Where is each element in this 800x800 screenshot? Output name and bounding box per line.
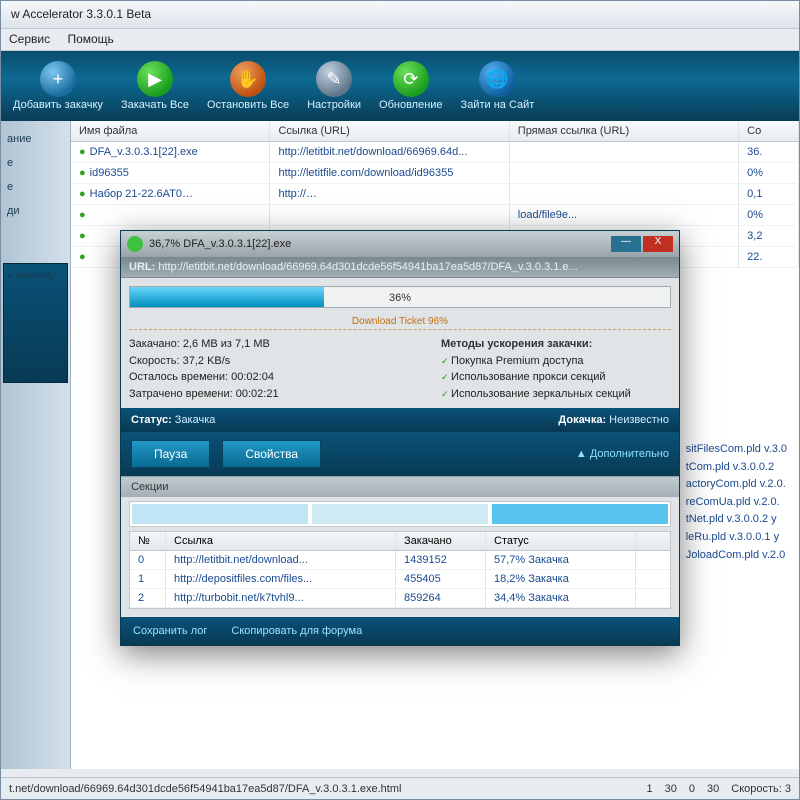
ad-box[interactable]: ь рекламу xyxy=(3,263,68,383)
accel-header: Методы ускорения закачки: xyxy=(441,336,671,353)
sidebar-item[interactable]: е xyxy=(3,175,68,199)
sidebar: ание е е ди ь рекламу xyxy=(1,121,71,769)
gear-icon: ✎ xyxy=(316,61,352,97)
table-row[interactable]: 0http://letitbit.net/download...14391525… xyxy=(130,551,670,570)
plugin-list: sitFilesCom.pld v.3.0 tCom.pld v.3.0.0.2… xyxy=(686,441,787,564)
toolbar: +Добавить закачку ▶Закачать Все ✋Останов… xyxy=(1,51,799,121)
status-path: t.net/download/66969.64d301dcde56f54941b… xyxy=(9,783,401,795)
stop-all-button[interactable]: ✋Остановить Все xyxy=(201,59,295,113)
table-row[interactable]: load/file9e...0% xyxy=(71,205,799,226)
stat-speed: Скорость: 37,2 KB/s xyxy=(129,353,441,370)
settings-button[interactable]: ✎Настройки xyxy=(301,59,367,113)
stat-remain: Осталось времени: 00:02:04 xyxy=(129,369,441,386)
dialog-url-bar: URL: http://letitbit.net/download/66969.… xyxy=(121,257,679,278)
properties-button[interactable]: Свойства xyxy=(222,440,321,468)
add-download-button[interactable]: +Добавить закачку xyxy=(7,59,109,113)
website-button[interactable]: 🌐Зайти на Сайт xyxy=(455,59,541,113)
pause-button[interactable]: Пауза xyxy=(131,440,210,468)
update-button[interactable]: ⟳Обновление xyxy=(373,59,449,113)
refresh-icon: ⟳ xyxy=(393,61,429,97)
menu-service[interactable]: Сервис xyxy=(9,32,50,46)
stat-downloaded: Закачано: 2,6 МВ из 7,1 МВ xyxy=(129,336,441,353)
sections-header: Секции xyxy=(121,476,679,497)
table-row[interactable]: 2http://turbobit.net/k7tvhl9...85926434,… xyxy=(130,589,670,608)
globe-icon: 🌐 xyxy=(479,61,515,97)
status-speed: Скорость: 3 xyxy=(731,783,791,795)
window-titlebar: w Accelerator 3.3.0.1 Beta xyxy=(1,1,799,29)
menubar: Сервис Помощь xyxy=(1,29,799,51)
status-strip: Статус: Закачка Докачка: Неизвестно xyxy=(121,408,679,432)
start-all-button[interactable]: ▶Закачать Все xyxy=(115,59,195,113)
table-row[interactable]: Набор 21-22.6AT0…http://…0,1 xyxy=(71,184,799,205)
accel-method[interactable]: Использование зеркальных секций xyxy=(441,386,671,403)
download-progress-dialog: 36,7% DFA_v.3.0.3.1[22].exe — X URL: htt… xyxy=(120,230,680,646)
sidebar-item[interactable]: е xyxy=(3,151,68,175)
dialog-title: 36,7% DFA_v.3.0.3.1[22].exe xyxy=(149,238,291,250)
play-icon: ▶ xyxy=(137,61,173,97)
sidebar-item[interactable]: ди xyxy=(3,199,68,223)
dialog-titlebar[interactable]: 36,7% DFA_v.3.0.3.1[22].exe — X xyxy=(121,231,679,257)
stat-elapsed: Затрачено времени: 00:02:21 xyxy=(129,386,441,403)
dialog-url: http://letitbit.net/download/66969.64d30… xyxy=(158,261,577,273)
dialog-footer: Сохранить лог Скопировать для форума xyxy=(121,617,679,645)
col-filename[interactable]: Имя файла xyxy=(71,121,270,141)
sidebar-item[interactable]: ание xyxy=(3,127,68,151)
accel-method[interactable]: Покупка Premium доступа xyxy=(441,353,671,370)
sections-table: № Ссылка Закачано Статус 0http://letitbi… xyxy=(129,531,671,609)
stop-icon: ✋ xyxy=(230,61,266,97)
col-url[interactable]: Ссылка (URL) xyxy=(270,121,509,141)
statusbar: t.net/download/66969.64d301dcde56f54941b… xyxy=(1,777,799,799)
window-title: w Accelerator 3.3.0.1 Beta xyxy=(11,7,151,21)
col-percent[interactable]: Со xyxy=(739,121,799,141)
more-button[interactable]: ▲ Дополнительно xyxy=(576,448,669,460)
progress-text: 36% xyxy=(130,287,670,307)
download-icon xyxy=(127,236,143,252)
section-bars xyxy=(129,501,671,527)
plus-icon: + xyxy=(40,61,76,97)
col-direct-url[interactable]: Прямая ссылка (URL) xyxy=(510,121,739,141)
menu-help[interactable]: Помощь xyxy=(67,32,113,46)
list-header: Имя файла Ссылка (URL) Прямая ссылка (UR… xyxy=(71,121,799,142)
close-button[interactable]: X xyxy=(643,236,673,252)
accel-method[interactable]: Использование прокси секций xyxy=(441,369,671,386)
table-row[interactable]: id96355http://letitfile.com/download/id9… xyxy=(71,163,799,184)
table-row[interactable]: DFA_v.3.0.3.1[22].exehttp://letitbit.net… xyxy=(71,142,799,163)
table-row[interactable]: 1http://depositfiles.com/files...4554051… xyxy=(130,570,670,589)
save-log-button[interactable]: Сохранить лог xyxy=(133,625,207,637)
copy-forum-button[interactable]: Скопировать для форума xyxy=(231,625,362,637)
ticket-status: Download Ticket 96% xyxy=(129,316,671,330)
progress-bar: 36% xyxy=(129,286,671,308)
minimize-button[interactable]: — xyxy=(611,236,641,252)
